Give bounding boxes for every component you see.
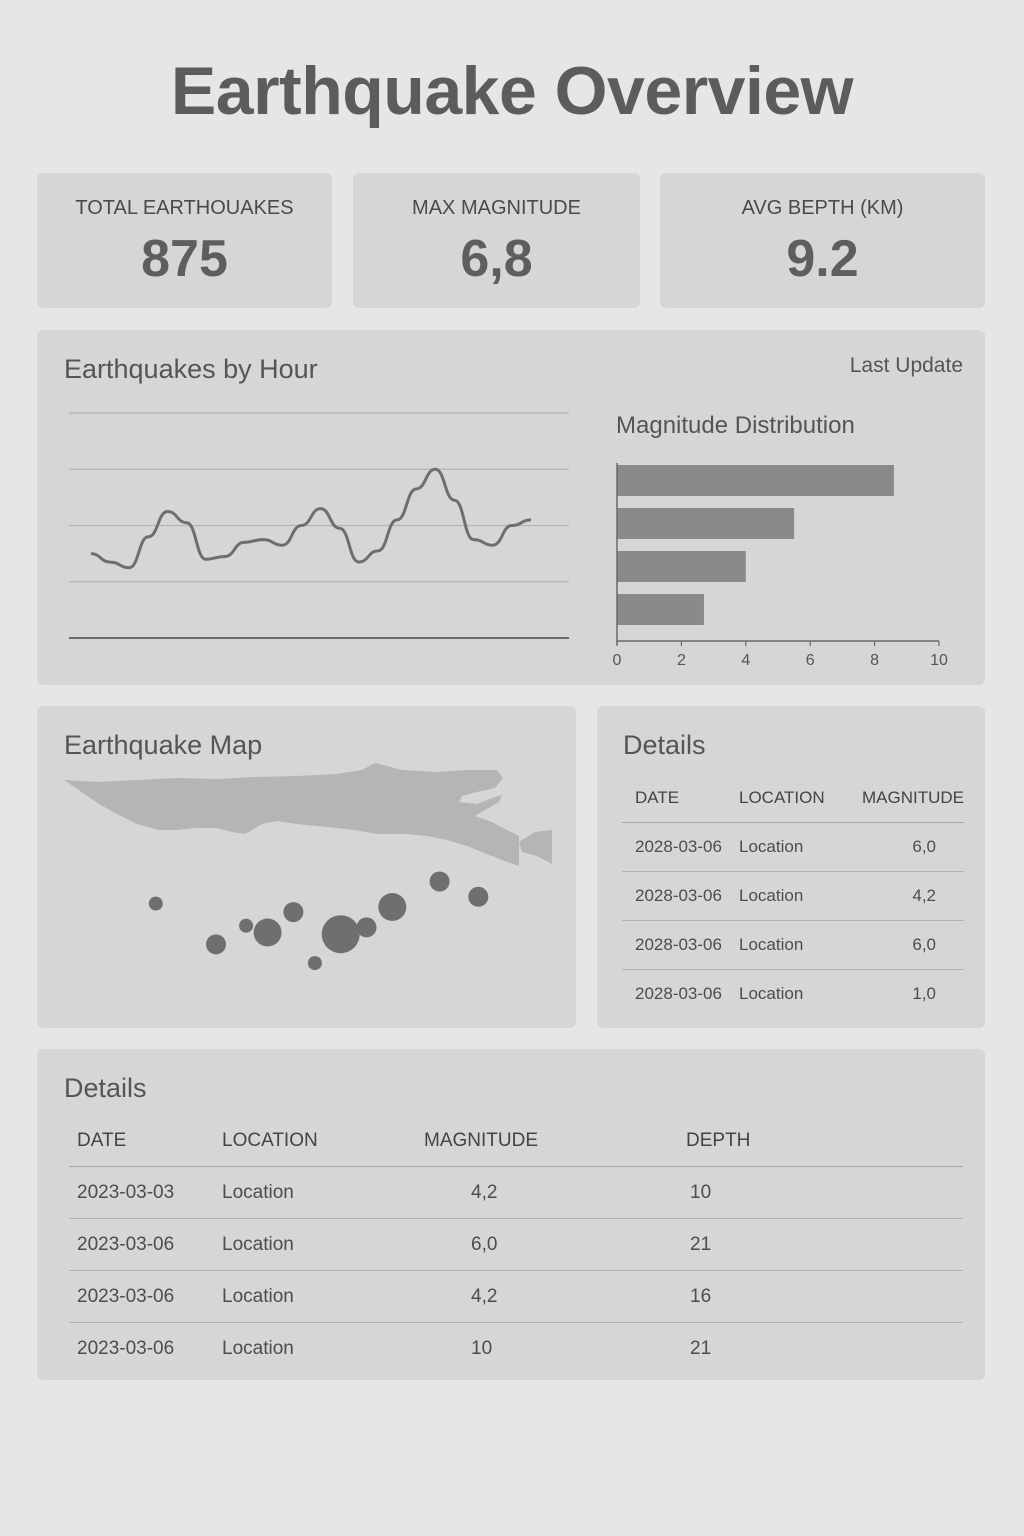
magnitude-bar bbox=[617, 465, 894, 496]
table-row[interactable]: 2023-03-06 Location 10 21 bbox=[69, 1323, 963, 1375]
x-tick-label: 6 bbox=[806, 652, 815, 669]
kpi-value-total: 875 bbox=[141, 230, 228, 288]
column-header-location[interactable]: LOCATION bbox=[739, 774, 859, 823]
details-large-table: DATE LOCATION MAGNITUDE DEPTH 2023-03-03… bbox=[69, 1115, 963, 1374]
kpi-card-avg-depth: AVG BEPTH (KM) 9.2 bbox=[660, 173, 985, 308]
earthquake-marker[interactable] bbox=[283, 902, 304, 923]
cell-location: Location bbox=[222, 1218, 402, 1271]
cell-date: 2023-03-06 bbox=[69, 1218, 222, 1271]
earthquake-marker[interactable] bbox=[321, 915, 360, 954]
cell-magnitude: 6,0 bbox=[859, 822, 964, 872]
hour-series-line bbox=[90, 467, 532, 570]
cell-magnitude: 1,0 bbox=[912, 984, 936, 1003]
x-tick-label: 10 bbox=[930, 652, 948, 669]
earthquake-marker[interactable] bbox=[206, 934, 226, 955]
cell-magnitude: 4,2 bbox=[402, 1166, 664, 1219]
x-tick-label: 8 bbox=[870, 652, 879, 669]
kpi-card-max-magnitude: MAX MAGNITUDE 6,8 bbox=[353, 173, 640, 308]
details-panel-large: Details DATE LOCATION MAGNITUDE DEPTH 20… bbox=[37, 1049, 985, 1380]
cell-magnitude: 6,0 bbox=[859, 920, 964, 970]
cell-date: 2023-03-06 bbox=[77, 1337, 175, 1359]
earthquake-marker[interactable] bbox=[239, 918, 254, 933]
table-header-row: DATE LOCATION MAGNITUDE DEPTH bbox=[69, 1115, 963, 1167]
table-row[interactable]: 2023-03-06 Location 6,0 21 bbox=[69, 1218, 963, 1271]
table-row[interactable]: 2023-03-06 Location 4,2 16 bbox=[69, 1270, 963, 1323]
cell-location: Location bbox=[222, 1166, 402, 1219]
map-panel: Earthquake Map bbox=[37, 706, 576, 1028]
column-header-magnitude[interactable]: MAGNITUDE bbox=[402, 1115, 664, 1167]
cell-magnitude: 10 bbox=[471, 1337, 493, 1359]
cell-location: Location bbox=[739, 984, 804, 1003]
column-header-date[interactable]: DATE bbox=[622, 774, 739, 823]
cell-depth: 10 bbox=[664, 1166, 963, 1219]
magnitude-bar bbox=[617, 508, 795, 539]
magnitude-bar-chart: 0 2 4 6 8 10 bbox=[613, 463, 948, 669]
cell-date: 2028-03-06 bbox=[622, 822, 739, 872]
earthquake-marker[interactable] bbox=[429, 871, 450, 892]
cell-date: 2023-03-03 bbox=[69, 1166, 222, 1219]
table-row[interactable]: 2028-03-06 Location 4,2 bbox=[622, 871, 964, 921]
earthquake-marker[interactable] bbox=[356, 917, 377, 938]
island-shape bbox=[519, 830, 552, 864]
cell-date: 2028-03-06 bbox=[622, 920, 739, 970]
cell-magnitude: 6,0 bbox=[402, 1218, 664, 1271]
cell-location: Location bbox=[739, 871, 859, 921]
x-tick-label: 2 bbox=[677, 652, 686, 669]
details-small-title: Details bbox=[623, 730, 706, 760]
column-header-depth[interactable]: DEPTH bbox=[664, 1115, 963, 1167]
earthquake-map bbox=[64, 763, 552, 971]
magnitude-chart-title: Magnitude Distribution bbox=[616, 412, 855, 439]
magnitude-bar bbox=[617, 551, 746, 582]
cell-date: 2023-03-06 bbox=[69, 1270, 222, 1323]
cell-depth: 21 bbox=[664, 1218, 963, 1271]
cell-magnitude: 4,2 bbox=[402, 1270, 664, 1323]
hour-line-chart bbox=[69, 412, 569, 639]
cell-location: Location bbox=[739, 920, 859, 970]
table-row[interactable]: 2028-03-06 Location 6,0 bbox=[622, 822, 964, 872]
cell-depth: 16 bbox=[664, 1270, 963, 1323]
kpi-card-total: TOTAL EARTHOUAKES 875 bbox=[37, 173, 332, 308]
magnitude-bar bbox=[617, 594, 704, 625]
table-row[interactable]: 2028-03-06 Location 6,0 bbox=[622, 920, 964, 970]
cell-depth: 21 bbox=[690, 1337, 712, 1359]
earthquake-marker[interactable] bbox=[148, 896, 163, 911]
page-title: Earthquake Overview bbox=[170, 53, 854, 129]
kpi-label-max-magnitude: MAX MAGNITUDE bbox=[412, 197, 581, 219]
cell-date: 2028-03-06 bbox=[635, 984, 722, 1003]
kpi-value-avg-depth: 9.2 bbox=[786, 230, 859, 288]
hour-chart-title: Earthquakes by Hour bbox=[64, 354, 318, 384]
cell-magnitude: 4,2 bbox=[859, 871, 964, 921]
kpi-value-max-magnitude: 6,8 bbox=[460, 230, 533, 288]
cell-location: Location bbox=[222, 1270, 402, 1323]
table-row[interactable]: 2023-03-03 Location 4,2 10 bbox=[69, 1166, 963, 1219]
earthquake-marker[interactable] bbox=[378, 893, 407, 921]
landmass-shape bbox=[64, 763, 519, 866]
cell-location: Location bbox=[739, 822, 859, 872]
details-panel-small: Details DATE LOCATION MAGNITUDE 2028-03-… bbox=[597, 706, 985, 1028]
details-large-title: Details bbox=[64, 1073, 147, 1103]
x-tick-label: 4 bbox=[741, 652, 750, 669]
earthquake-marker[interactable] bbox=[253, 918, 282, 947]
kpi-label-avg-depth: AVG BEPTH (KM) bbox=[741, 197, 904, 219]
hour-panel: Earthquakes by Hour Last Update Magnitud… bbox=[37, 330, 985, 685]
cell-location: Location bbox=[222, 1337, 294, 1359]
last-update-label: Last Update bbox=[849, 354, 963, 377]
column-header-magnitude[interactable]: MAGNITUDE bbox=[859, 774, 964, 823]
earthquake-marker[interactable] bbox=[468, 886, 489, 907]
earthquake-marker[interactable] bbox=[307, 956, 322, 971]
x-tick-label: 0 bbox=[613, 652, 622, 669]
table-row[interactable]: 2028-03-06 Location 1,0 bbox=[622, 970, 964, 1019]
cell-date: 2028-03-06 bbox=[622, 871, 739, 921]
table-header-row: DATE LOCATION MAGNITUDE bbox=[622, 774, 964, 823]
column-header-location[interactable]: LOCATION bbox=[222, 1115, 402, 1167]
details-small-table: DATE LOCATION MAGNITUDE 2028-03-06 Locat… bbox=[622, 774, 964, 1018]
kpi-label-total: TOTAL EARTHOUAKES bbox=[75, 197, 294, 219]
column-header-date[interactable]: DATE bbox=[69, 1115, 222, 1167]
